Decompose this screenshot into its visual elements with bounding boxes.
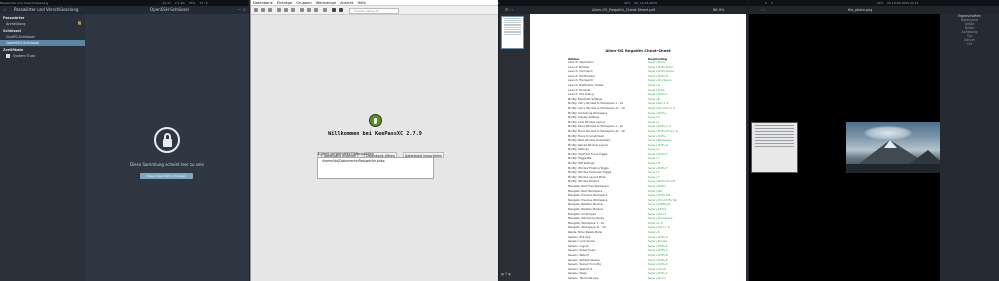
bar-cpu: 22% bbox=[876, 1, 884, 5]
pdf-page-title: Alien-OS Regolith Cheat-Sheet bbox=[605, 48, 671, 53]
recent-databases-list: /home/ido/Dokumente/Passwörter.kdbx bbox=[317, 157, 434, 179]
viewer-titlebar: ‹ › tile_photo.png bbox=[749, 6, 999, 14]
bar-cpu: 25% bbox=[188, 1, 196, 5]
passwords-content: Diese Sammlung scheint leer zu sein Neue… bbox=[85, 14, 249, 281]
pdf-titlebar: ☰ ‹ › Alien-OS_Regolith_Cheat-Sheet.pdf … bbox=[499, 6, 748, 14]
welcome-actions: + Datenbank erstellen Datenbank öffnen D… bbox=[318, 142, 445, 158]
section-passwords: Passwörter bbox=[3, 16, 25, 20]
page-thumbnail[interactable] bbox=[501, 16, 524, 49]
zoom-level[interactable]: 88.9% bbox=[713, 6, 724, 14]
pdf-filename: Alien-OS_Regolith_Cheat-Sheet.pdf bbox=[592, 8, 656, 12]
password-generator-icon[interactable] bbox=[323, 8, 327, 12]
keybinding-keys: Super+Alt+Q bbox=[648, 276, 666, 280]
recent-databases-label: Zuletzt verwendete Datenbanken bbox=[317, 152, 374, 156]
copy-user-icon[interactable] bbox=[300, 8, 304, 12]
screenshot-thumbnail bbox=[751, 122, 798, 173]
passwords-window: ‹ Passwörter und Verschlüsselung OpenSSH… bbox=[0, 6, 249, 281]
workspace-indicator[interactable]: 3 bbox=[771, 1, 773, 5]
keepassxc-window: Datenbank Einträge Gruppen Werkzeuge Ans… bbox=[250, 0, 498, 281]
window-controls[interactable]: — × bbox=[237, 6, 246, 14]
sidebar-item-label: GnuPG-Schlüssel bbox=[6, 35, 35, 39]
add-entry-icon[interactable] bbox=[277, 8, 281, 12]
back-arrow-icon[interactable]: ‹ bbox=[4, 6, 6, 14]
viewer-filename: tile_photo.png bbox=[848, 8, 873, 12]
theme-icon[interactable] bbox=[339, 8, 343, 12]
sidebar-toggle-icon[interactable]: ☰ ‹ › bbox=[505, 6, 513, 14]
mountain-photo bbox=[846, 122, 941, 173]
toolbar: Suchen (Strg+F) bbox=[251, 6, 498, 15]
section-certificates: Zertifikate bbox=[3, 48, 24, 52]
section-keys: Schlüssel bbox=[3, 29, 21, 33]
empty-message: Diese Sammlung scheint leer zu sein bbox=[129, 162, 205, 167]
viewer-nav-icon[interactable]: ‹ › bbox=[761, 6, 765, 14]
properties-sidebar: Eigenschaften Dateiname Größe Bilder Auf… bbox=[940, 14, 999, 281]
passwords-titlebar: ‹ Passwörter und Verschlüsselung OpenSSH… bbox=[0, 6, 249, 14]
window-title: Passwörter und Verschlüsselung bbox=[14, 7, 79, 12]
certificate-icon bbox=[6, 54, 10, 58]
thumbnail-controls[interactable]: ▦ ☰ ◧ bbox=[501, 272, 526, 278]
bar-clock: 21:11 bbox=[162, 1, 171, 5]
keybinding-action: Session: Terminate App bbox=[568, 276, 599, 280]
bar-memory: 2 1.0G bbox=[174, 1, 185, 5]
passwords-sidebar: Passwörter Anmeldung 🔒 Schlüssel GnuPG-S… bbox=[0, 14, 85, 281]
keybinding-row: Session: Terminate App Super+Alt+Q bbox=[568, 277, 708, 281]
edit-entry-icon[interactable] bbox=[284, 8, 288, 12]
desktop: Passwörter und Verschlüsselung 21:11 2 1… bbox=[0, 0, 999, 281]
sidebar-item-label: Anmeldung bbox=[6, 22, 26, 26]
keepassxc-logo-icon bbox=[369, 114, 382, 127]
sidebar-item-login[interactable]: Anmeldung 🔒 bbox=[0, 21, 85, 27]
sidebar-item-label: System Trust bbox=[13, 54, 36, 58]
bar-date: Mi, 19.03.2025 bbox=[634, 1, 658, 5]
menu-tools[interactable]: Werkzeuge bbox=[316, 1, 336, 5]
lock-db-icon[interactable] bbox=[268, 8, 272, 12]
menu-view[interactable]: Ansicht bbox=[340, 1, 353, 5]
pdf-page: Alien-OS Regolith Cheat-Sheet Aktion Key… bbox=[530, 14, 746, 281]
settings-icon[interactable] bbox=[332, 8, 336, 12]
workspace-indicator[interactable]: 1 bbox=[498, 1, 500, 5]
workspace-indicator[interactable]: 2 bbox=[765, 1, 767, 5]
menu-database[interactable]: Datenbank bbox=[253, 1, 273, 5]
property-label: Ort bbox=[966, 42, 973, 46]
bar-temp: 77 °C bbox=[199, 1, 208, 5]
view-title: OpenSSH-Schlüssel bbox=[150, 7, 189, 12]
image-viewer-window: ‹ › tile_photo.png Eigenschaften Dateina… bbox=[749, 6, 999, 281]
sidebar-item-label: OpenSSH-Schlüssel bbox=[6, 41, 39, 45]
open-db-icon[interactable] bbox=[254, 8, 258, 12]
lock-icon: 🔒 bbox=[77, 20, 82, 25]
sidebar-item-system-trust[interactable]: System Trust bbox=[0, 53, 85, 59]
menu-groups[interactable]: Gruppen bbox=[296, 1, 312, 5]
empty-lock-icon bbox=[154, 127, 180, 153]
menu-help[interactable]: Hilfe bbox=[358, 1, 366, 5]
save-icon[interactable] bbox=[261, 8, 265, 12]
pdf-viewer-window: ☰ ‹ › Alien-OS_Regolith_Cheat-Sheet.pdf … bbox=[499, 6, 748, 281]
copy-url-icon[interactable] bbox=[314, 8, 318, 12]
delete-entry-icon[interactable] bbox=[291, 8, 295, 12]
search-input[interactable]: Suchen (Strg+F) bbox=[349, 7, 399, 14]
welcome-heading: Willkommen bei KeePassXC 2.7.9 bbox=[328, 131, 422, 137]
keybinding-table: Launch: Application Super+Space Launch: Br… bbox=[568, 61, 708, 281]
bar-title: Passwörter und Verschlüsselung bbox=[0, 1, 49, 5]
new-openssh-key-button[interactable]: Neue OpenSSH-Schlüssel bbox=[140, 173, 193, 179]
copy-password-icon[interactable] bbox=[307, 8, 311, 12]
bar-cpu: 32% bbox=[623, 1, 631, 5]
bar-date: Mi 19.03.2025 21:11 bbox=[887, 1, 919, 5]
sidebar-item-openssh[interactable]: OpenSSH-Schlüssel bbox=[0, 40, 85, 46]
recent-database-item[interactable]: /home/ido/Dokumente/Passwörter.kdbx bbox=[322, 159, 429, 163]
menu-entries[interactable]: Einträge bbox=[277, 1, 292, 5]
